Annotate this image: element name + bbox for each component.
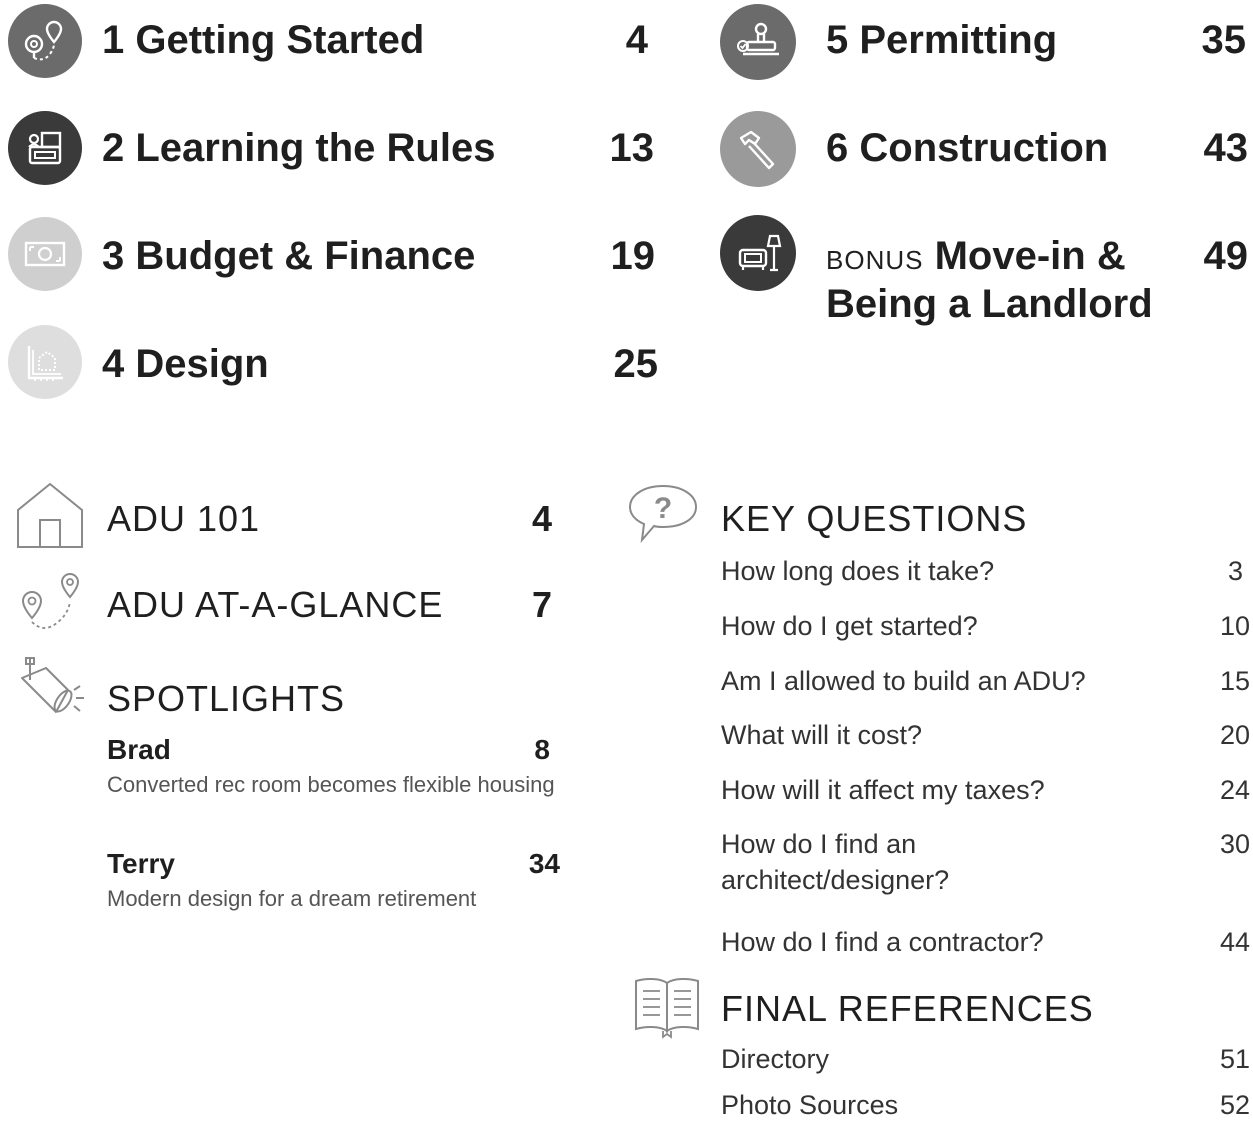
question-page: 44 bbox=[1219, 927, 1250, 957]
money-icon bbox=[8, 217, 82, 291]
spotlight-page: 8 bbox=[534, 734, 550, 765]
svg-text:?: ? bbox=[654, 492, 672, 525]
chapter-title: Construction bbox=[859, 126, 1109, 170]
chapter-title: Learning the Rules bbox=[135, 126, 496, 170]
question-text: How do I get started? bbox=[721, 611, 978, 641]
section-title: FINAL REFERENCES bbox=[721, 988, 1094, 1029]
question-page: 3 bbox=[1227, 556, 1243, 586]
chapter-page: 25 bbox=[613, 342, 659, 386]
chapter-title: Getting Started bbox=[135, 18, 425, 62]
section-page: 4 bbox=[531, 498, 552, 539]
spotlight-page: 34 bbox=[528, 848, 560, 879]
chapter-page: 13 bbox=[609, 126, 655, 170]
section-title: ADU AT-A-GLANCE bbox=[107, 584, 444, 625]
question-page: 15 bbox=[1219, 666, 1250, 696]
reference-label: Photo Sources bbox=[721, 1090, 899, 1120]
hammer-icon bbox=[720, 111, 796, 187]
house-icon bbox=[14, 480, 86, 555]
question-page: 24 bbox=[1219, 775, 1250, 805]
building-rules-icon bbox=[8, 111, 82, 185]
spotlight-description: Converted rec room becomes flexible hous… bbox=[107, 772, 555, 797]
chapter-title: Design bbox=[135, 342, 269, 386]
question-text: How do I find an architect/designer? bbox=[721, 829, 950, 895]
question-bubble-icon: ? bbox=[626, 482, 700, 553]
spotlight-name: Terry bbox=[107, 848, 175, 879]
bonus-label: BONUS bbox=[826, 245, 924, 275]
map-pins-icon bbox=[8, 4, 82, 78]
question-text: Am I allowed to build an ADU? bbox=[721, 666, 1086, 696]
chapter-page: 49 bbox=[1203, 234, 1249, 278]
blueprint-icon bbox=[8, 325, 82, 399]
question-page: 10 bbox=[1219, 611, 1250, 641]
spotlight-description: Modern design for a dream retirement bbox=[107, 886, 477, 911]
question-text: How do I find a contractor? bbox=[721, 927, 1044, 957]
reference-page: 52 bbox=[1219, 1090, 1250, 1120]
armchair-lamp-icon bbox=[720, 215, 796, 291]
chapter-title: Move-in & bbox=[934, 234, 1126, 278]
section-title: KEY QUESTIONS bbox=[721, 498, 1028, 539]
chapter-number: 6 bbox=[826, 126, 849, 170]
section-title: SPOTLIGHTS bbox=[107, 678, 346, 719]
open-book-icon bbox=[632, 975, 702, 1044]
reference-label: Directory bbox=[721, 1044, 830, 1074]
chapter-number: 2 bbox=[102, 126, 125, 170]
chapter-title: Permitting bbox=[859, 18, 1058, 62]
chapter-page: 19 bbox=[610, 234, 656, 278]
question-page: 30 bbox=[1219, 829, 1250, 859]
chapter-number: 3 bbox=[102, 234, 125, 278]
chapter-page: 35 bbox=[1201, 18, 1247, 62]
map-pins-icon bbox=[14, 572, 86, 643]
reference-page: 51 bbox=[1219, 1044, 1250, 1074]
question-text: What will it cost? bbox=[721, 720, 923, 750]
section-page: 7 bbox=[531, 584, 552, 625]
chapter-title: Budget & Finance bbox=[135, 234, 476, 278]
section-title: ADU 101 bbox=[107, 498, 261, 539]
chapter-page: 43 bbox=[1203, 126, 1249, 170]
chapter-number: 1 bbox=[102, 18, 125, 62]
question-text: How will it affect my taxes? bbox=[721, 775, 1045, 805]
chapter-page: 4 bbox=[625, 18, 648, 62]
chapter-title-line2: Being a Landlord bbox=[826, 282, 1153, 326]
spotlight-icon bbox=[16, 656, 88, 727]
question-page: 20 bbox=[1219, 720, 1250, 750]
stamp-icon bbox=[720, 4, 796, 80]
spotlight-name: Brad bbox=[107, 734, 171, 765]
chapter-number: 4 bbox=[102, 342, 125, 386]
chapter-number: 5 bbox=[826, 18, 849, 62]
question-text: How long does it take? bbox=[721, 556, 995, 586]
